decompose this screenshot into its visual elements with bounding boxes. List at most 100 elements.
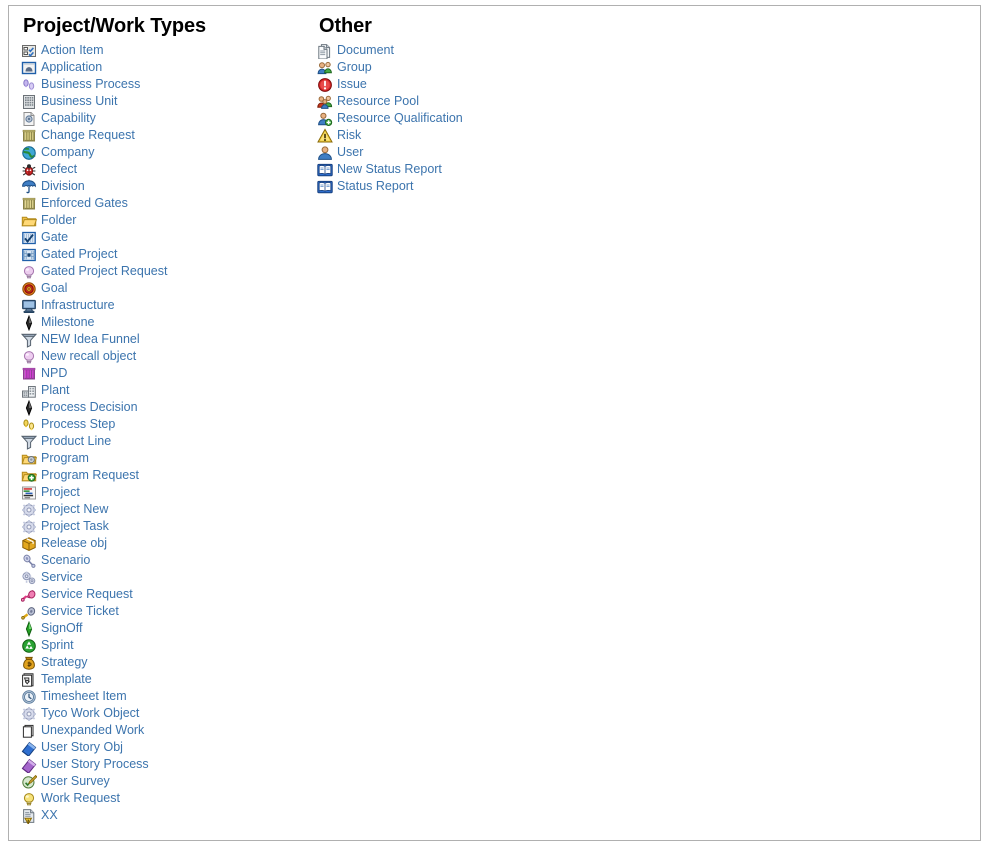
type-link[interactable]: Document — [337, 42, 394, 59]
type-link[interactable]: Service Ticket — [41, 603, 119, 620]
list-item[interactable]: Service — [21, 569, 321, 586]
type-link[interactable]: Infrastructure — [41, 297, 115, 314]
list-item[interactable]: Unexpanded Work — [21, 722, 321, 739]
type-link[interactable]: SignOff — [41, 620, 82, 637]
list-item[interactable]: Plant — [21, 382, 321, 399]
type-link[interactable]: Process Step — [41, 416, 115, 433]
type-link[interactable]: Gated Project — [41, 246, 117, 263]
type-link[interactable]: Tyco Work Object — [41, 705, 139, 722]
type-link[interactable]: Risk — [337, 127, 361, 144]
type-link[interactable]: Service Request — [41, 586, 133, 603]
type-link[interactable]: Capability — [41, 110, 96, 127]
type-link[interactable]: Business Process — [41, 76, 140, 93]
list-item[interactable]: User Story Obj — [21, 739, 321, 756]
list-item[interactable]: Goal — [21, 280, 321, 297]
list-item[interactable]: Resource Pool — [317, 93, 647, 110]
list-item[interactable]: NPD — [21, 365, 321, 382]
type-link[interactable]: Goal — [41, 280, 67, 297]
type-link[interactable]: Release obj — [41, 535, 107, 552]
type-link[interactable]: Process Decision — [41, 399, 138, 416]
list-item[interactable]: Service Ticket — [21, 603, 321, 620]
list-item[interactable]: User Survey — [21, 773, 321, 790]
list-item[interactable]: Milestone — [21, 314, 321, 331]
list-item[interactable]: User — [317, 144, 647, 161]
list-item[interactable]: Gate — [21, 229, 321, 246]
type-link[interactable]: Unexpanded Work — [41, 722, 144, 739]
type-link[interactable]: Resource Pool — [337, 93, 419, 110]
type-link[interactable]: Timesheet Item — [41, 688, 127, 705]
type-link[interactable]: User — [337, 144, 363, 161]
list-item[interactable]: Project — [21, 484, 321, 501]
list-item[interactable]: Capability — [21, 110, 321, 127]
list-item[interactable]: Infrastructure — [21, 297, 321, 314]
type-link[interactable]: Scenario — [41, 552, 90, 569]
list-item[interactable]: Tyco Work Object — [21, 705, 321, 722]
list-item[interactable]: Timesheet Item — [21, 688, 321, 705]
list-item[interactable]: New recall object — [21, 348, 321, 365]
list-item[interactable]: Service Request — [21, 586, 321, 603]
type-link[interactable]: Template — [41, 671, 92, 688]
type-link[interactable]: User Story Process — [41, 756, 149, 773]
list-item[interactable]: Program Request — [21, 467, 321, 484]
list-item[interactable]: Defect — [21, 161, 321, 178]
list-item[interactable]: Strategy — [21, 654, 321, 671]
list-item[interactable]: Business Unit — [21, 93, 321, 110]
type-link[interactable]: NPD — [41, 365, 67, 382]
list-item[interactable]: Group — [317, 59, 647, 76]
type-link[interactable]: Product Line — [41, 433, 111, 450]
type-link[interactable]: User Story Obj — [41, 739, 123, 756]
list-item[interactable]: Project New — [21, 501, 321, 518]
list-item[interactable]: Scenario — [21, 552, 321, 569]
type-link[interactable]: Program — [41, 450, 89, 467]
list-item[interactable]: Business Process — [21, 76, 321, 93]
list-item[interactable]: Gated Project Request — [21, 263, 321, 280]
type-link[interactable]: User Survey — [41, 773, 110, 790]
list-item[interactable]: SignOff — [21, 620, 321, 637]
type-link[interactable]: New recall object — [41, 348, 136, 365]
type-link[interactable]: Project Task — [41, 518, 109, 535]
type-link[interactable]: Gated Project Request — [41, 263, 167, 280]
type-link[interactable]: New Status Report — [337, 161, 442, 178]
type-link[interactable]: Milestone — [41, 314, 95, 331]
type-link[interactable]: Company — [41, 144, 95, 161]
type-link[interactable]: Sprint — [41, 637, 74, 654]
list-item[interactable]: Product Line — [21, 433, 321, 450]
list-item[interactable]: Issue — [317, 76, 647, 93]
list-item[interactable]: Folder — [21, 212, 321, 229]
list-item[interactable]: Work Request — [21, 790, 321, 807]
list-item[interactable]: Process Step — [21, 416, 321, 433]
type-link[interactable]: Plant — [41, 382, 70, 399]
list-item[interactable]: Program — [21, 450, 321, 467]
type-link[interactable]: Change Request — [41, 127, 135, 144]
list-item[interactable]: XX — [21, 807, 321, 824]
type-link[interactable]: Enforced Gates — [41, 195, 128, 212]
list-item[interactable]: Sprint — [21, 637, 321, 654]
type-link[interactable]: Division — [41, 178, 85, 195]
list-item[interactable]: Company — [21, 144, 321, 161]
type-link[interactable]: NEW Idea Funnel — [41, 331, 140, 348]
list-item[interactable]: Status Report — [317, 178, 647, 195]
list-item[interactable]: Process Decision — [21, 399, 321, 416]
type-link[interactable]: Service — [41, 569, 83, 586]
list-item[interactable]: Template — [21, 671, 321, 688]
type-link[interactable]: Project — [41, 484, 80, 501]
type-link[interactable]: Defect — [41, 161, 77, 178]
type-link[interactable]: Resource Qualification — [337, 110, 463, 127]
list-item[interactable]: Release obj — [21, 535, 321, 552]
type-link[interactable]: XX — [41, 807, 58, 824]
list-item[interactable]: Enforced Gates — [21, 195, 321, 212]
type-link[interactable]: Folder — [41, 212, 76, 229]
type-link[interactable]: Project New — [41, 501, 108, 518]
list-item[interactable]: Division — [21, 178, 321, 195]
list-item[interactable]: User Story Process — [21, 756, 321, 773]
list-item[interactable]: Gated Project — [21, 246, 321, 263]
list-item[interactable]: New Status Report — [317, 161, 647, 178]
list-item[interactable]: Change Request — [21, 127, 321, 144]
list-item[interactable]: Resource Qualification — [317, 110, 647, 127]
type-link[interactable]: Gate — [41, 229, 68, 246]
list-item[interactable]: Action Item — [21, 42, 321, 59]
type-link[interactable]: Action Item — [41, 42, 104, 59]
type-link[interactable]: Issue — [337, 76, 367, 93]
type-link[interactable]: Program Request — [41, 467, 139, 484]
list-item[interactable]: Application — [21, 59, 321, 76]
